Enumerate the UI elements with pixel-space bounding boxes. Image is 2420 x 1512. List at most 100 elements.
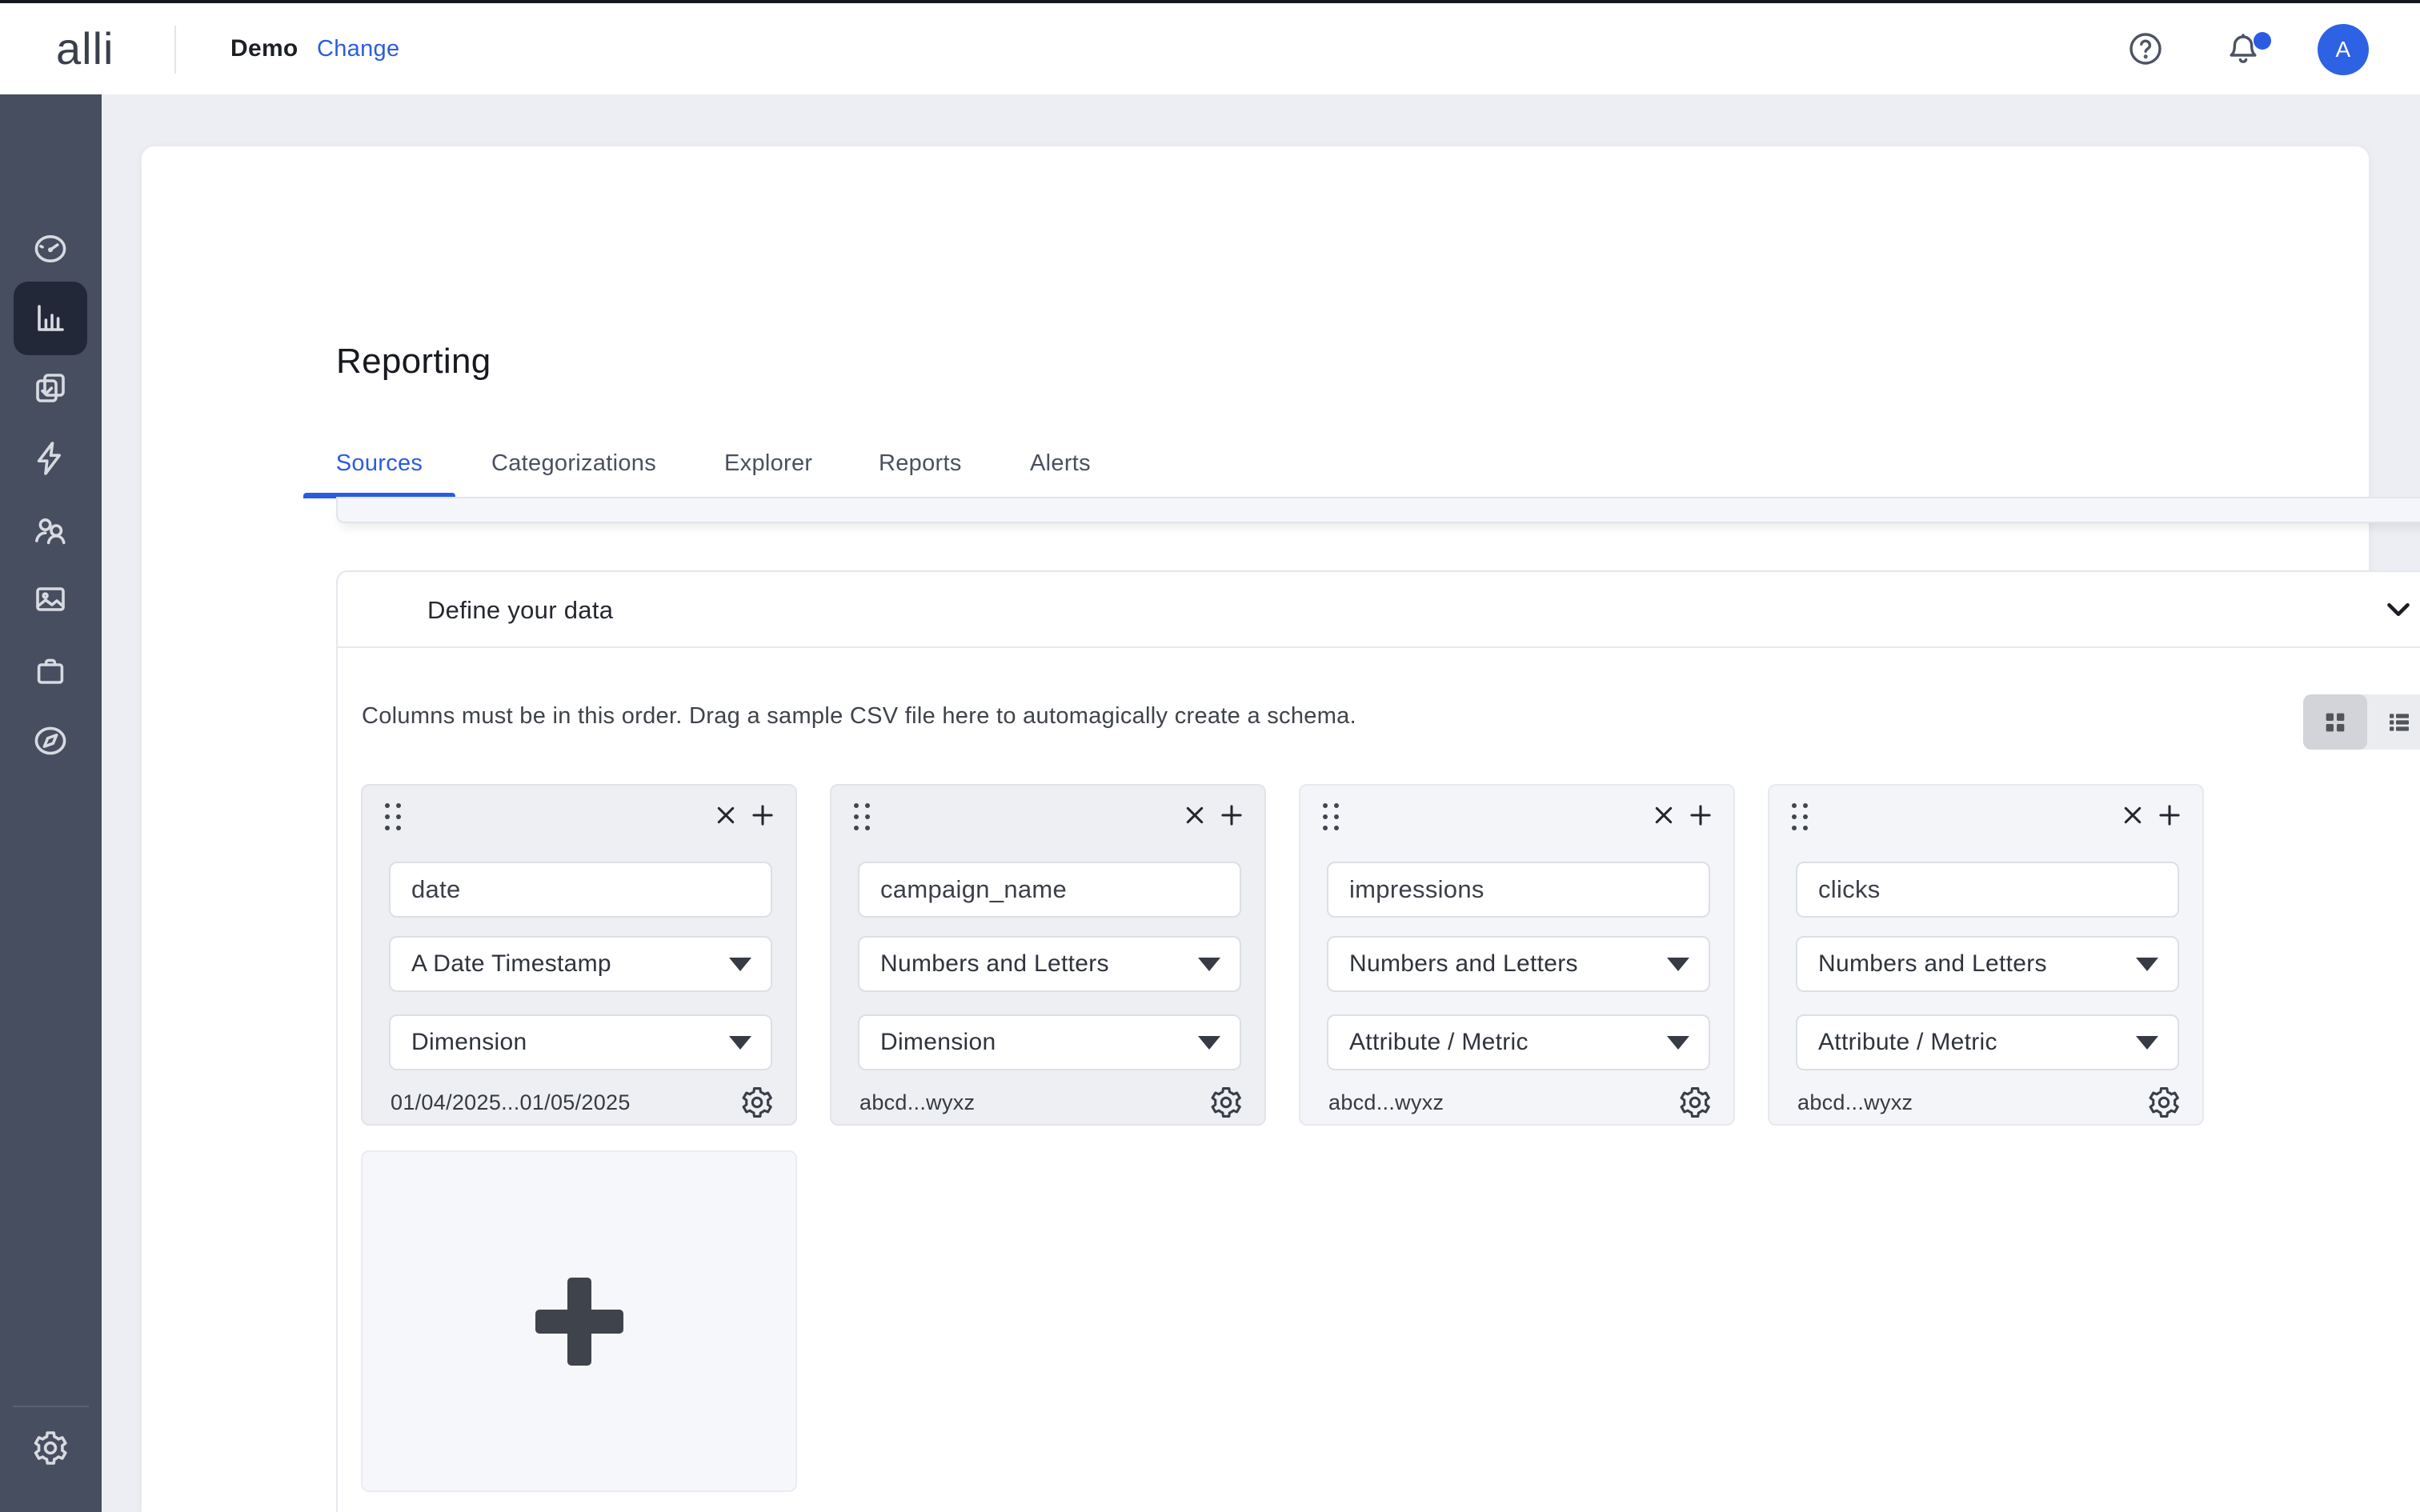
caret-down-icon (1667, 1036, 1689, 1050)
sample-values: abcd...wyxz (1328, 1090, 1444, 1115)
grid-icon (2322, 710, 2348, 735)
remove-column-icon[interactable] (711, 800, 741, 830)
schema-instruction: Columns must be in this order. Drag a sa… (362, 692, 1356, 740)
app-root: alli Demo Change A (0, 0, 2420, 1512)
sample-values: abcd...wyxz (859, 1090, 975, 1115)
tab-explorer[interactable]: Explorer (724, 434, 812, 493)
sidebar-divider (13, 1406, 89, 1407)
column-role-dropdown[interactable]: Dimension (389, 1014, 772, 1070)
caret-down-icon (729, 1036, 751, 1050)
reporting-card: Reporting Sources Categorizations Explor… (142, 146, 2369, 1512)
column-type-value: Numbers and Letters (880, 950, 1109, 978)
avatar[interactable]: A (2318, 24, 2369, 75)
column-settings-gear-icon[interactable] (739, 1085, 775, 1120)
plus-icon (535, 1278, 623, 1366)
column-type-dropdown[interactable]: Numbers and Letters (858, 936, 1241, 992)
column-card-clicks: Numbers and Letters Attribute / Metric a… (1768, 784, 2204, 1126)
tab-reports[interactable]: Reports (879, 434, 962, 493)
column-card-impressions: Numbers and Letters Attribute / Metric a… (1299, 784, 1735, 1126)
tab-categorizations[interactable]: Categorizations (491, 434, 656, 493)
column-name-input[interactable] (858, 862, 1241, 918)
column-role-dropdown[interactable]: Dimension (858, 1014, 1241, 1070)
column-type-dropdown[interactable]: Numbers and Letters (1327, 936, 1710, 992)
header-divider (174, 26, 176, 74)
tab-alerts[interactable]: Alerts (1030, 434, 1091, 493)
change-workspace-link[interactable]: Change (317, 3, 399, 94)
drag-handle-icon[interactable] (1792, 803, 1808, 830)
add-column-icon[interactable] (1685, 800, 1716, 830)
drag-handle-icon[interactable] (1323, 803, 1339, 830)
column-type-dropdown[interactable]: Numbers and Letters (1796, 936, 2179, 992)
caret-down-icon (729, 958, 751, 971)
image-icon (31, 580, 70, 618)
sidebar (0, 94, 102, 1512)
column-settings-gear-icon[interactable] (1677, 1085, 1713, 1120)
page-title: Reporting (336, 342, 491, 382)
caret-down-icon (2136, 958, 2158, 971)
speedometer-icon (31, 230, 70, 268)
drag-handle-icon[interactable] (385, 803, 401, 830)
tab-sources[interactable]: Sources (303, 434, 455, 493)
column-name-input[interactable] (1327, 862, 1710, 918)
sidebar-item-settings[interactable] (14, 1411, 87, 1485)
remove-column-icon[interactable] (1649, 800, 1679, 830)
add-column-icon[interactable] (747, 800, 778, 830)
column-role-value: Attribute / Metric (1818, 1029, 1997, 1056)
shopping-bag-icon (31, 651, 70, 690)
sidebar-item-explore[interactable] (14, 704, 87, 778)
kebab-menu-icon[interactable] (2414, 343, 2420, 391)
define-data-header[interactable]: Define your data (338, 572, 2420, 648)
column-name-input[interactable] (1796, 862, 2179, 918)
sidebar-item-plans[interactable] (14, 351, 87, 425)
sidebar-item-creative[interactable] (14, 562, 87, 636)
section-title: Define your data (427, 572, 613, 648)
column-name-input[interactable] (389, 862, 772, 918)
sidebar-item-audiences[interactable] (14, 493, 87, 566)
add-column-card[interactable] (361, 1150, 797, 1492)
column-card-campaign-name: Numbers and Letters Dimension abcd...wyx… (830, 784, 1266, 1126)
column-role-dropdown[interactable]: Attribute / Metric (1327, 1014, 1710, 1070)
gear-icon (31, 1429, 70, 1467)
column-role-value: Dimension (880, 1029, 996, 1056)
list-view-button[interactable] (2367, 694, 2420, 750)
list-icon (2386, 710, 2412, 735)
remove-column-icon[interactable] (2118, 800, 2148, 830)
workspace-name: Demo (230, 3, 298, 94)
compass-icon (31, 722, 70, 760)
column-settings-gear-icon[interactable] (2146, 1085, 2182, 1120)
top-header: alli Demo Change A (0, 3, 2420, 94)
column-role-value: Attribute / Metric (1349, 1029, 1529, 1056)
users-icon (31, 510, 70, 549)
column-type-value: Numbers and Letters (1349, 950, 1578, 978)
caret-down-icon (2136, 1036, 2158, 1050)
caret-down-icon (1198, 958, 1220, 971)
sample-values: abcd...wyxz (1797, 1090, 1913, 1115)
scrolled-card-edge (336, 497, 2420, 523)
caret-down-icon (1667, 958, 1689, 971)
clipboard-check-icon (31, 369, 70, 407)
define-data-section: Define your data Columns must be in this… (336, 570, 2420, 1512)
add-column-icon[interactable] (1216, 800, 1247, 830)
column-type-value: A Date Timestamp (411, 950, 611, 978)
bar-chart-icon (31, 299, 70, 338)
sample-values: 01/04/2025...01/05/2025 (391, 1090, 631, 1115)
remove-column-icon[interactable] (1180, 800, 1210, 830)
sidebar-item-automations[interactable] (14, 422, 87, 495)
drag-handle-icon[interactable] (854, 803, 870, 830)
add-column-icon[interactable] (2154, 800, 2185, 830)
column-type-dropdown[interactable]: A Date Timestamp (389, 936, 772, 992)
grid-view-button[interactable] (2303, 694, 2367, 750)
sidebar-item-reporting[interactable] (14, 282, 87, 355)
sidebar-item-dashboard[interactable] (14, 212, 87, 286)
caret-down-icon (1198, 1036, 1220, 1050)
column-role-value: Dimension (411, 1029, 527, 1056)
sidebar-item-shopping[interactable] (14, 634, 87, 707)
chevron-down-icon[interactable] (2380, 591, 2417, 628)
avatar-initial: A (2336, 37, 2351, 62)
column-role-dropdown[interactable]: Attribute / Metric (1796, 1014, 2179, 1070)
column-card-date: A Date Timestamp Dimension 01/04/2025...… (361, 784, 797, 1126)
help-icon[interactable] (2126, 30, 2165, 68)
column-type-value: Numbers and Letters (1818, 950, 2047, 978)
view-toggle (2303, 694, 2420, 750)
column-settings-gear-icon[interactable] (1208, 1085, 1244, 1120)
